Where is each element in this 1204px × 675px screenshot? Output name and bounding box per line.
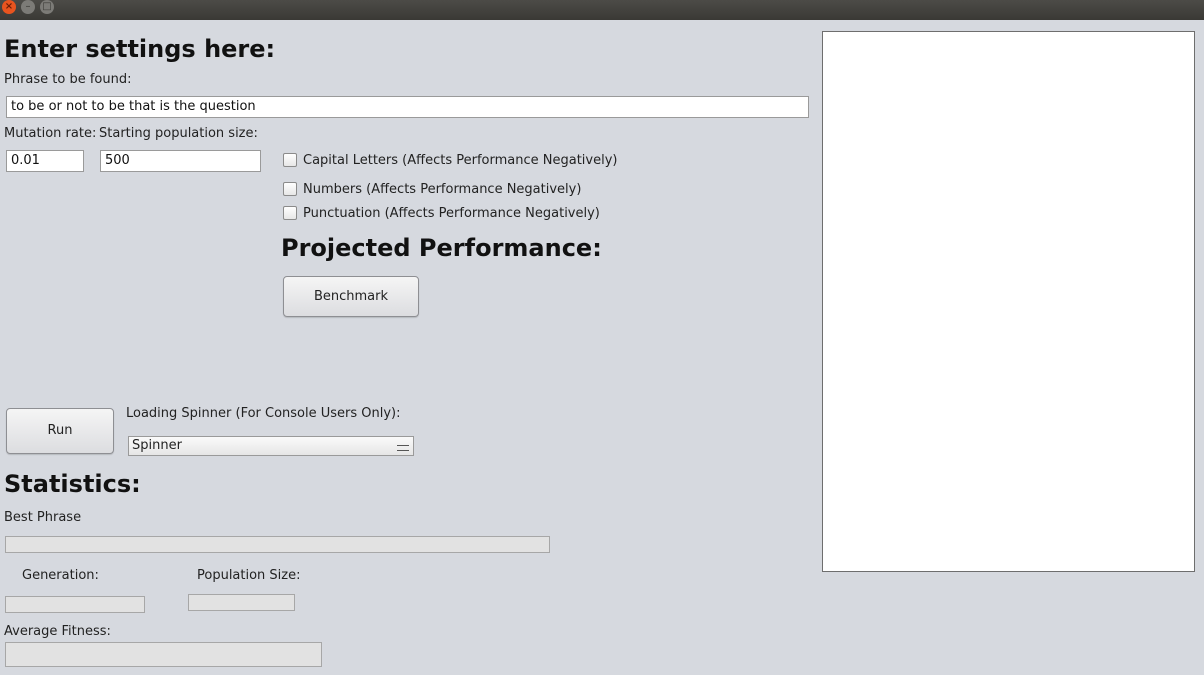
run-button[interactable]: Run (6, 408, 114, 454)
population-size-stat-label: Population Size: (197, 568, 301, 583)
phrase-input[interactable]: to be or not to be that is the question (6, 96, 809, 118)
window-titlebar: × – □ (0, 0, 1204, 20)
numbers-checkbox[interactable] (283, 182, 297, 196)
spinner-label: Loading Spinner (For Console Users Only)… (126, 406, 401, 421)
minimize-icon[interactable]: – (21, 0, 35, 14)
punctuation-checkbox[interactable] (283, 206, 297, 220)
population-size-input[interactable]: 500 (100, 150, 261, 172)
settings-heading: Enter settings here: (4, 35, 276, 63)
generation-field (5, 596, 145, 613)
maximize-icon[interactable]: □ (40, 0, 54, 14)
capital-letters-checkbox[interactable] (283, 153, 297, 167)
dropdown-arrow-icon (397, 445, 409, 451)
mutation-rate-label: Mutation rate: (4, 126, 97, 141)
spinner-select[interactable]: Spinner (128, 436, 414, 456)
capital-letters-label: Capital Letters (Affects Performance Neg… (303, 153, 618, 168)
statistics-heading: Statistics: (4, 470, 141, 498)
performance-heading: Projected Performance: (281, 234, 602, 262)
average-fitness-label: Average Fitness: (4, 624, 111, 639)
best-phrase-field (5, 536, 550, 553)
numbers-label: Numbers (Affects Performance Negatively) (303, 182, 582, 197)
generation-label: Generation: (22, 568, 99, 583)
output-panel (822, 31, 1195, 572)
spinner-select-value: Spinner (132, 438, 182, 453)
average-fitness-field (5, 642, 322, 667)
population-size-field (188, 594, 295, 611)
population-size-label: Starting population size: (99, 126, 258, 141)
phrase-label: Phrase to be found: (4, 72, 132, 87)
close-icon[interactable]: × (2, 0, 16, 14)
punctuation-label: Punctuation (Affects Performance Negativ… (303, 206, 600, 221)
best-phrase-label: Best Phrase (4, 510, 82, 525)
benchmark-button[interactable]: Benchmark (283, 276, 419, 317)
mutation-rate-input[interactable]: 0.01 (6, 150, 84, 172)
